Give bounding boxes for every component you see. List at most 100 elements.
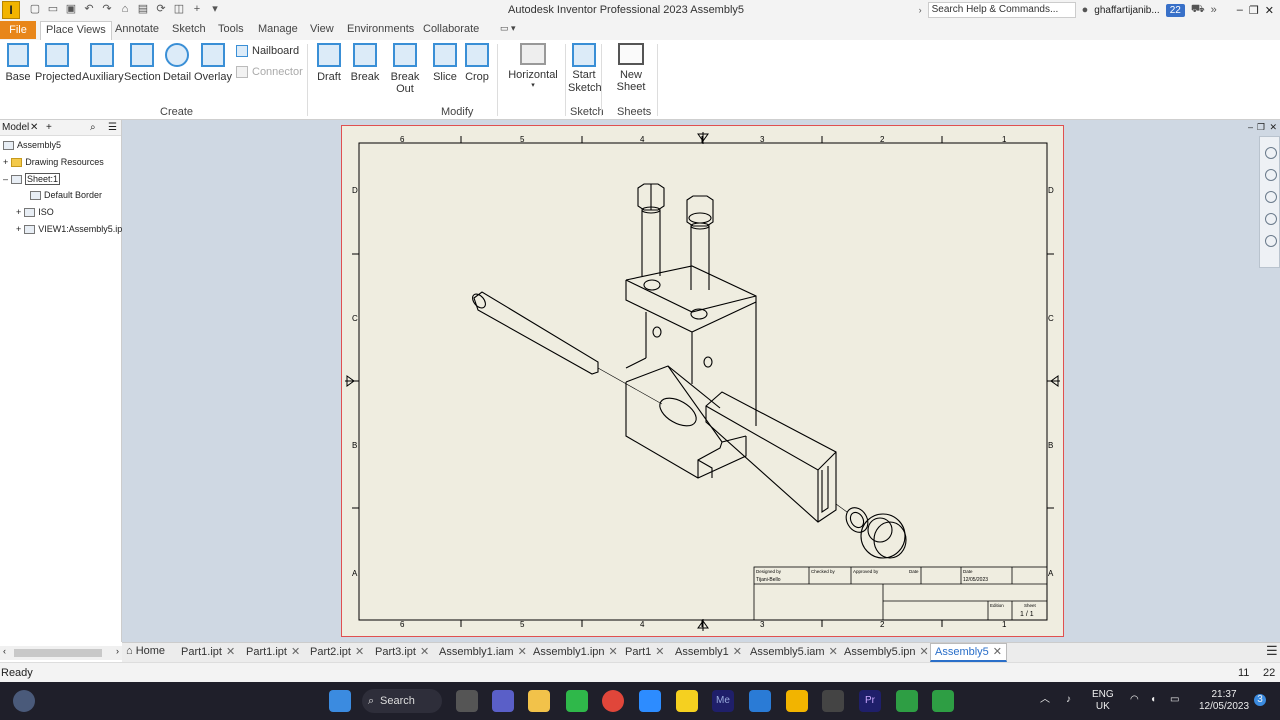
- chrome-icon[interactable]: [602, 690, 624, 712]
- mail-icon[interactable]: [749, 690, 771, 712]
- microphone-icon[interactable]: ♪: [1066, 694, 1071, 706]
- tab-view[interactable]: View: [310, 23, 334, 35]
- tree-item-view1[interactable]: + VIEW1:Assembly5.ip: [16, 224, 122, 234]
- browser-tab-model[interactable]: Model: [2, 122, 29, 133]
- file-tab[interactable]: File: [0, 21, 36, 39]
- collapse-icon[interactable]: –: [3, 174, 8, 184]
- home-icon[interactable]: ⌂: [118, 3, 132, 16]
- camtasia-icon[interactable]: [896, 690, 918, 712]
- close-icon[interactable]: ✕: [609, 646, 618, 658]
- battery-icon[interactable]: ▭: [1170, 694, 1179, 706]
- tree-item-default-border[interactable]: Default Border: [30, 190, 102, 200]
- inventor-logo[interactable]: I: [2, 1, 20, 19]
- close-icon[interactable]: ✕: [829, 646, 838, 658]
- close-icon[interactable]: ✕: [920, 646, 929, 658]
- taskbar-search[interactable]: ⌕ Search: [362, 689, 442, 713]
- draft-button[interactable]: Draft: [315, 43, 343, 83]
- section-view-button[interactable]: Section: [124, 43, 161, 83]
- undo-icon[interactable]: ↶: [82, 3, 96, 16]
- tab-collaborate[interactable]: Collaborate: [423, 23, 479, 35]
- minimize-view-icon[interactable]: –: [1248, 122, 1253, 132]
- tree-item-assembly5[interactable]: Assembly5: [3, 140, 61, 150]
- slice-button[interactable]: Slice: [432, 43, 458, 83]
- doc-tab[interactable]: Part1.ipt ✕: [181, 645, 235, 658]
- ribbon-options-icon[interactable]: ▭ ▾: [500, 23, 516, 34]
- measure-icon[interactable]: ◫: [172, 3, 186, 16]
- new-sheet-button[interactable]: New Sheet: [606, 43, 656, 93]
- tree-item-sheet1[interactable]: – Sheet:1: [3, 173, 61, 185]
- connector-button[interactable]: Connector: [236, 66, 303, 78]
- close-icon[interactable]: ✕: [355, 646, 364, 658]
- help-icon[interactable]: »: [1211, 4, 1217, 16]
- close-icon[interactable]: ✕: [420, 646, 429, 658]
- overlay-view-button[interactable]: Overlay: [194, 43, 232, 83]
- new-file-icon[interactable]: ▢: [28, 3, 42, 16]
- search-dropdown-icon[interactable]: ›: [919, 5, 922, 15]
- doc-tab[interactable]: Assembly5.ipn ✕: [844, 645, 929, 658]
- close-icon[interactable]: ✕: [733, 646, 742, 658]
- tab-place-views[interactable]: Place Views: [40, 21, 112, 40]
- projected-view-button[interactable]: Projected: [35, 43, 81, 83]
- user-icon[interactable]: ●: [1082, 4, 1089, 16]
- zoom-window-icon[interactable]: [1265, 213, 1277, 225]
- premiere-icon[interactable]: Pr: [859, 690, 881, 712]
- tree-item-iso[interactable]: + ISO: [16, 207, 54, 217]
- close-icon[interactable]: ✕: [993, 646, 1002, 658]
- expand-icon[interactable]: +: [16, 207, 21, 217]
- doc-tab[interactable]: Assembly1 ✕: [675, 645, 742, 658]
- notification-badge[interactable]: 22: [1165, 3, 1185, 17]
- assembly-view[interactable]: [470, 183, 907, 559]
- save-icon[interactable]: ▣: [64, 3, 78, 16]
- teams-icon[interactable]: [492, 690, 514, 712]
- tray-chevron-icon[interactable]: ︿: [1040, 694, 1050, 706]
- tab-tools[interactable]: Tools: [218, 23, 244, 35]
- add-tab-icon[interactable]: +: [46, 120, 52, 135]
- doc-tab[interactable]: Part1.ipt ✕: [246, 645, 300, 658]
- crop-button[interactable]: Crop: [464, 43, 490, 83]
- doc-tab[interactable]: Assembly1.iam ✕: [439, 645, 527, 658]
- clock[interactable]: 21:37 12/05/2023: [1194, 689, 1254, 713]
- tab-environments[interactable]: Environments: [347, 23, 414, 35]
- doc-tab[interactable]: Part1 ✕: [625, 645, 665, 658]
- scroll-left-icon[interactable]: ‹: [3, 646, 6, 656]
- browser-scrollbar[interactable]: ‹ ›: [0, 646, 122, 660]
- close-icon[interactable]: ✕: [518, 646, 527, 658]
- redo-icon[interactable]: ↷: [100, 3, 114, 16]
- minimize-icon[interactable]: –: [1237, 4, 1243, 16]
- camtasia-recorder-icon[interactable]: [932, 690, 954, 712]
- open-folder-icon[interactable]: ▭: [46, 3, 60, 16]
- file-explorer-icon[interactable]: [528, 690, 550, 712]
- drawing-sheet[interactable]: 6 5 4 3 2 1 6 5 4 3 2 1 D C B A D C B A: [341, 125, 1064, 637]
- expand-icon[interactable]: +: [16, 224, 21, 234]
- view-cube-icon[interactable]: [1265, 147, 1277, 159]
- wifi-icon[interactable]: ◠: [1130, 694, 1139, 706]
- menu-icon[interactable]: ☰: [108, 120, 117, 135]
- close-icon[interactable]: ✕: [226, 646, 235, 658]
- zoom-app-icon[interactable]: [639, 690, 661, 712]
- orbit-icon[interactable]: [1265, 235, 1277, 247]
- task-view-icon[interactable]: [456, 690, 478, 712]
- help-search-input[interactable]: Search Help & Commands...: [927, 2, 1076, 18]
- tab-manage[interactable]: Manage: [258, 23, 298, 35]
- tab-home[interactable]: ⌂ Home: [126, 645, 165, 657]
- close-view-icon[interactable]: ✕: [1269, 122, 1277, 133]
- tab-annotate[interactable]: Annotate: [115, 23, 159, 35]
- cart-icon[interactable]: ⛟: [1191, 3, 1205, 17]
- update-icon[interactable]: ⟳: [154, 3, 168, 16]
- doc-tab-active[interactable]: Assembly5 ✕: [930, 643, 1008, 662]
- more-icon[interactable]: ▾: [208, 3, 222, 16]
- media-encoder-icon[interactable]: Me: [712, 690, 734, 712]
- whatsapp-icon[interactable]: [566, 690, 588, 712]
- detail-view-button[interactable]: Detail: [162, 43, 192, 83]
- nailboard-button[interactable]: Nailboard: [236, 45, 299, 57]
- sticky-notes-icon[interactable]: [676, 690, 698, 712]
- doc-tab[interactable]: Assembly5.iam ✕: [750, 645, 838, 658]
- break-out-button[interactable]: Break Out: [382, 43, 428, 95]
- close-icon[interactable]: ✕: [655, 646, 664, 658]
- notification-count[interactable]: 3: [1254, 694, 1266, 706]
- print-icon[interactable]: ▤: [136, 3, 150, 16]
- start-sketch-button[interactable]: Start Sketch: [568, 43, 602, 95]
- tab-menu-icon[interactable]: ☰: [1266, 643, 1278, 659]
- break-button[interactable]: Break: [350, 43, 380, 83]
- windows-start-icon[interactable]: [329, 690, 351, 712]
